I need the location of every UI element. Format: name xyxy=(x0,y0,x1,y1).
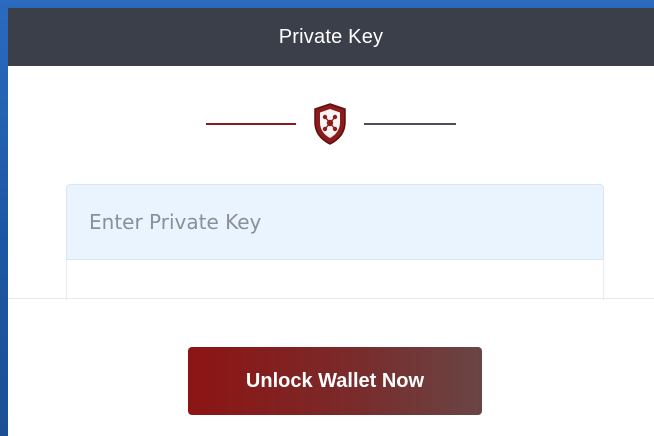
private-key-field-extension xyxy=(66,260,604,300)
modal-header: Private Key xyxy=(8,8,654,66)
private-key-input[interactable] xyxy=(89,210,603,234)
decorative-divider xyxy=(8,100,654,148)
divider-line-left xyxy=(206,123,296,125)
unlock-wallet-button[interactable]: Unlock Wallet Now xyxy=(188,347,482,415)
private-key-modal: Private Key Enter Private Key Unlock Wal… xyxy=(8,8,654,436)
private-key-field[interactable] xyxy=(66,184,604,260)
footer-separator xyxy=(8,298,654,299)
shield-network-icon xyxy=(310,100,350,148)
modal-title: Private Key xyxy=(278,25,384,48)
divider-line-right xyxy=(364,123,456,125)
